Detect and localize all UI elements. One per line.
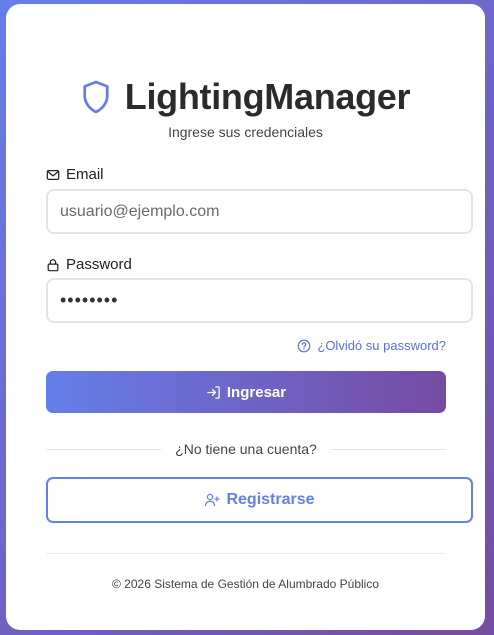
- email-field[interactable]: [46, 189, 473, 234]
- email-label-text: Email: [66, 166, 104, 183]
- forgot-password-text: ¿Olvidó su password?: [317, 338, 446, 353]
- password-field[interactable]: [46, 278, 473, 323]
- divider-line-right: [330, 448, 446, 450]
- footer-divider: [46, 553, 446, 554]
- page-subtitle: Ingrese sus credenciales: [168, 124, 323, 140]
- login-card: LightingManager Ingrese sus credenciales…: [6, 4, 485, 630]
- password-label-text: Password: [66, 256, 132, 273]
- user-plus-icon: [205, 493, 221, 507]
- forgot-password-link[interactable]: ¿Olvidó su password?: [297, 338, 446, 353]
- register-button-label: Registrarse: [226, 491, 315, 508]
- mail-icon: [46, 169, 60, 180]
- login-button-label: Ingresar: [226, 383, 287, 401]
- divider-line-left: [46, 448, 162, 450]
- password-label: Password: [46, 256, 132, 273]
- email-label: Email: [46, 166, 104, 183]
- app-title: LightingManager: [124, 76, 411, 117]
- brand-header: LightingManager: [6, 76, 485, 118]
- footer-text: © 2026 Sistema de Gestión de Alumbrado P…: [112, 577, 379, 591]
- shield-icon: [83, 80, 109, 114]
- login-button[interactable]: Ingresar: [46, 371, 446, 413]
- help-circle-icon: [298, 339, 311, 352]
- register-button[interactable]: Registrarse: [46, 477, 473, 523]
- lock-icon: [47, 258, 59, 271]
- register-divider: ¿No tiene una cuenta?: [46, 441, 446, 457]
- login-icon: [207, 385, 220, 399]
- register-prompt: ¿No tiene una cuenta?: [175, 441, 317, 457]
